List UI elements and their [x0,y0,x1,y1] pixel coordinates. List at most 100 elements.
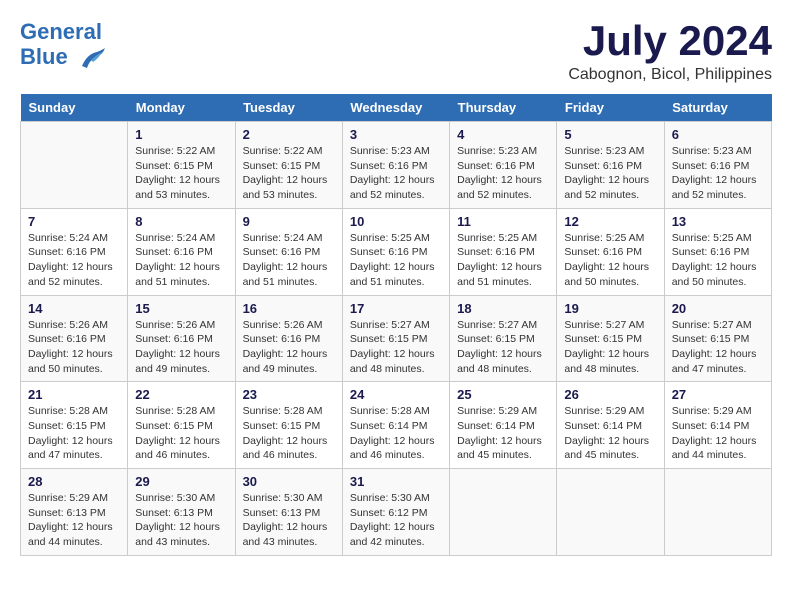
day-cell: 11Sunrise: 5:25 AM Sunset: 6:16 PM Dayli… [450,208,557,295]
day-number: 3 [350,127,442,142]
day-cell: 10 Sunrise: 5:25 AM Sunset: 6:16 PM Dayli… [342,208,449,295]
col-wednesday: Wednesday [342,94,449,122]
day-info: Sunrise: 5:26 AM Sunset: 6:16 PM Dayligh… [135,318,227,377]
day-cell: 16 Sunrise: 5:26 AM Sunset: 6:16 PM Dayli… [235,295,342,382]
day-number: 15 [135,301,227,316]
day-cell [21,122,128,209]
day-cell: 9Sunrise: 5:24 AM Sunset: 6:16 PM Daylig… [235,208,342,295]
week-row-3: 14 Sunrise: 5:26 AM Sunset: 6:16 PM Dayli… [21,295,772,382]
day-number: 24 [350,387,442,402]
day-info: Sunrise: 5:27 AM Sunset: 6:15 PM Dayligh… [672,318,764,377]
day-number: 17 [350,301,442,316]
day-number: 11 [457,214,549,229]
calendar-header-row: Sunday Monday Tuesday Wednesday Thursday… [21,94,772,122]
day-number: 25 [457,387,549,402]
day-number: 21 [28,387,120,402]
day-cell: 13Sunrise: 5:25 AM Sunset: 6:16 PM Dayli… [664,208,771,295]
col-thursday: Thursday [450,94,557,122]
day-number: 27 [672,387,764,402]
day-info: Sunrise: 5:26 AM Sunset: 6:16 PM Dayligh… [28,318,120,377]
page-header: General Blue July 2024 Cabognon, Bicol, … [20,20,772,84]
day-cell: 21 Sunrise: 5:28 AM Sunset: 6:15 PM Dayli… [21,382,128,469]
day-cell: 20 Sunrise: 5:27 AM Sunset: 6:15 PM Dayli… [664,295,771,382]
day-number: 2 [243,127,335,142]
day-cell: 14 Sunrise: 5:26 AM Sunset: 6:16 PM Dayli… [21,295,128,382]
day-number: 20 [672,301,764,316]
day-cell: 5Sunrise: 5:23 AM Sunset: 6:16 PM Daylig… [557,122,664,209]
day-number: 5 [564,127,656,142]
day-info: Sunrise: 5:27 AM Sunset: 6:15 PM Dayligh… [457,318,549,377]
day-info: Sunrise: 5:28 AM Sunset: 6:15 PM Dayligh… [28,404,120,463]
day-number: 22 [135,387,227,402]
day-number: 18 [457,301,549,316]
day-info: Sunrise: 5:28 AM Sunset: 6:14 PM Dayligh… [350,404,442,463]
week-row-2: 7 Sunrise: 5:24 AM Sunset: 6:16 PM Daylig… [21,208,772,295]
day-cell: 8Sunrise: 5:24 AM Sunset: 6:16 PM Daylig… [128,208,235,295]
day-info: Sunrise: 5:30 AM Sunset: 6:12 PM Dayligh… [350,491,442,550]
day-cell: 1 Sunrise: 5:22 AM Sunset: 6:15 PM Daylig… [128,122,235,209]
week-row-5: 28Sunrise: 5:29 AM Sunset: 6:13 PM Dayli… [21,469,772,556]
day-cell: 4 Sunrise: 5:23 AM Sunset: 6:16 PM Daylig… [450,122,557,209]
col-friday: Friday [557,94,664,122]
day-number: 30 [243,474,335,489]
day-info: Sunrise: 5:22 AM Sunset: 6:15 PM Dayligh… [135,144,227,203]
day-cell: 30 Sunrise: 5:30 AM Sunset: 6:13 PM Dayli… [235,469,342,556]
day-cell: 12Sunrise: 5:25 AM Sunset: 6:16 PM Dayli… [557,208,664,295]
day-cell: 19Sunrise: 5:27 AM Sunset: 6:15 PM Dayli… [557,295,664,382]
day-number: 31 [350,474,442,489]
day-info: Sunrise: 5:25 AM Sunset: 6:16 PM Dayligh… [350,231,442,290]
col-saturday: Saturday [664,94,771,122]
day-number: 6 [672,127,764,142]
col-tuesday: Tuesday [235,94,342,122]
day-cell: 27 Sunrise: 5:29 AM Sunset: 6:14 PM Dayli… [664,382,771,469]
logo-general: General [20,19,102,44]
day-number: 16 [243,301,335,316]
day-cell: 2 Sunrise: 5:22 AM Sunset: 6:15 PM Daylig… [235,122,342,209]
day-cell: 25 Sunrise: 5:29 AM Sunset: 6:14 PM Dayli… [450,382,557,469]
day-cell: 24 Sunrise: 5:28 AM Sunset: 6:14 PM Dayli… [342,382,449,469]
day-number: 10 [350,214,442,229]
day-info: Sunrise: 5:24 AM Sunset: 6:16 PM Dayligh… [28,231,120,290]
logo-bird-icon [77,44,107,72]
logo-blue: Blue [20,44,68,69]
day-info: Sunrise: 5:29 AM Sunset: 6:13 PM Dayligh… [28,491,120,550]
day-number: 7 [28,214,120,229]
day-number: 9 [243,214,335,229]
day-cell: 15 Sunrise: 5:26 AM Sunset: 6:16 PM Dayli… [128,295,235,382]
day-info: Sunrise: 5:25 AM Sunset: 6:16 PM Dayligh… [564,231,656,290]
week-row-1: 1 Sunrise: 5:22 AM Sunset: 6:15 PM Daylig… [21,122,772,209]
day-info: Sunrise: 5:30 AM Sunset: 6:13 PM Dayligh… [243,491,335,550]
col-sunday: Sunday [21,94,128,122]
day-number: 8 [135,214,227,229]
day-cell: 26Sunrise: 5:29 AM Sunset: 6:14 PM Dayli… [557,382,664,469]
title-section: July 2024 Cabognon, Bicol, Philippines [568,20,772,84]
day-cell: 18 Sunrise: 5:27 AM Sunset: 6:15 PM Dayli… [450,295,557,382]
day-info: Sunrise: 5:23 AM Sunset: 6:16 PM Dayligh… [457,144,549,203]
location-title: Cabognon, Bicol, Philippines [568,66,772,84]
calendar-table: Sunday Monday Tuesday Wednesday Thursday… [20,94,772,556]
col-monday: Monday [128,94,235,122]
day-number: 29 [135,474,227,489]
day-info: Sunrise: 5:29 AM Sunset: 6:14 PM Dayligh… [564,404,656,463]
day-cell: 17Sunrise: 5:27 AM Sunset: 6:15 PM Dayli… [342,295,449,382]
day-info: Sunrise: 5:27 AM Sunset: 6:15 PM Dayligh… [564,318,656,377]
day-number: 1 [135,127,227,142]
day-info: Sunrise: 5:30 AM Sunset: 6:13 PM Dayligh… [135,491,227,550]
day-info: Sunrise: 5:26 AM Sunset: 6:16 PM Dayligh… [243,318,335,377]
day-number: 4 [457,127,549,142]
day-cell [664,469,771,556]
day-info: Sunrise: 5:29 AM Sunset: 6:14 PM Dayligh… [672,404,764,463]
day-cell: 29 Sunrise: 5:30 AM Sunset: 6:13 PM Dayli… [128,469,235,556]
day-info: Sunrise: 5:22 AM Sunset: 6:15 PM Dayligh… [243,144,335,203]
logo: General Blue [20,20,107,72]
day-cell: 6Sunrise: 5:23 AM Sunset: 6:16 PM Daylig… [664,122,771,209]
day-number: 14 [28,301,120,316]
day-number: 23 [243,387,335,402]
month-title: July 2024 [568,20,772,62]
day-cell: 23Sunrise: 5:28 AM Sunset: 6:15 PM Dayli… [235,382,342,469]
day-cell [557,469,664,556]
day-cell: 31 Sunrise: 5:30 AM Sunset: 6:12 PM Dayli… [342,469,449,556]
day-cell: 28Sunrise: 5:29 AM Sunset: 6:13 PM Dayli… [21,469,128,556]
day-info: Sunrise: 5:29 AM Sunset: 6:14 PM Dayligh… [457,404,549,463]
day-cell: 3Sunrise: 5:23 AM Sunset: 6:16 PM Daylig… [342,122,449,209]
